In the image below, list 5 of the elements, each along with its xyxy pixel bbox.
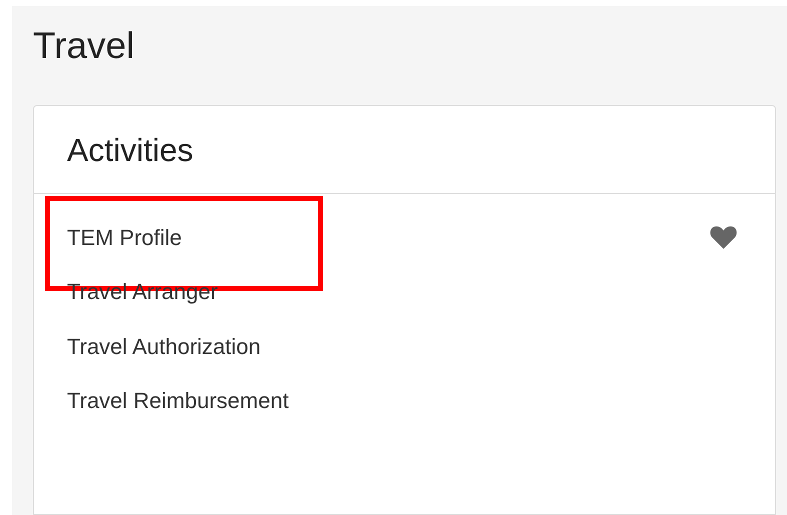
activity-link[interactable]: TEM Profile	[67, 220, 182, 254]
activity-link[interactable]: Travel Authorization	[67, 330, 261, 363]
page-title: Travel	[33, 26, 134, 66]
activity-link[interactable]: Travel Reimbursement	[67, 384, 289, 418]
card-title: Activities	[67, 130, 194, 170]
